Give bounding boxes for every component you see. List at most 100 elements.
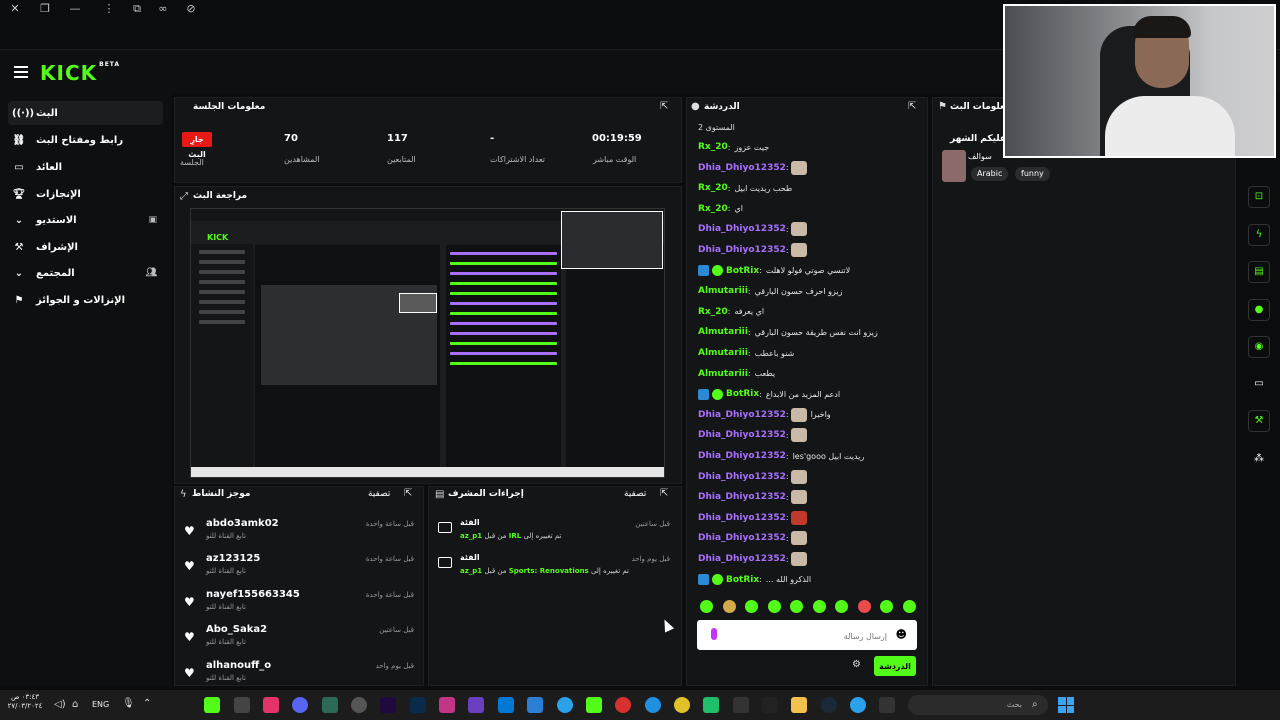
onedrive-icon[interactable] [557, 697, 573, 713]
store-icon[interactable] [527, 697, 543, 713]
mic-icon[interactable]: 🎙︎ [122, 698, 135, 709]
app-icon-red[interactable] [615, 697, 631, 713]
stream-preview-video[interactable]: KICK [190, 208, 665, 478]
minimize-icon[interactable]: — [68, 2, 82, 16]
emote-button[interactable] [767, 600, 781, 613]
gear-icon[interactable]: ⚙ [852, 659, 861, 670]
chat-username[interactable]: Almutariii [698, 327, 748, 337]
hamburger-menu-icon[interactable] [14, 66, 28, 78]
chat-username[interactable]: Rx_20 [698, 142, 728, 152]
more-options-icon[interactable]: ⋮ [102, 2, 116, 16]
app-icon-window[interactable] [879, 697, 895, 713]
chat-username[interactable]: Dhia_Dhiyo12352 [698, 472, 786, 482]
chevron-up-icon[interactable]: ⌃ [143, 698, 151, 709]
taskbar-search[interactable]: بحث [908, 695, 1048, 715]
mod-user[interactable]: az_p1 [460, 532, 482, 540]
chat-username[interactable]: BotRix [726, 389, 759, 399]
emote-button[interactable] [722, 600, 736, 613]
mod-user[interactable]: az_p1 [460, 567, 482, 575]
close-icon[interactable]: ✕ [8, 2, 22, 16]
sidebar-item-moderation[interactable]: ⚒ الإشراف [8, 235, 163, 259]
premiere-icon[interactable] [380, 697, 396, 713]
sidebar-item-broadcast[interactable]: ((·)) البث [8, 101, 163, 125]
chat-username[interactable]: Dhia_Dhiyo12352 [698, 533, 786, 543]
feed-username[interactable]: nayef155663345 [206, 589, 300, 600]
edge-icon[interactable] [645, 697, 661, 713]
chat-username[interactable]: BotRix [726, 266, 759, 276]
emote-button[interactable] [880, 600, 894, 613]
kick-icon[interactable] [586, 697, 602, 713]
feed-username[interactable]: Abo_Saka2 [206, 624, 267, 635]
chat-username[interactable]: Dhia_Dhiyo12352 [698, 245, 786, 255]
sidebar-item-stream-key[interactable]: ⛓ رابط ومفتاح البث [8, 128, 163, 152]
broadcast-icon[interactable]: ◉ [1248, 336, 1270, 358]
folder-icon[interactable] [791, 697, 807, 713]
chat-username[interactable]: Rx_20 [698, 204, 728, 214]
app-icon-itunes[interactable] [351, 697, 367, 713]
kick-logo[interactable]: KICK BETA [40, 61, 120, 85]
network-icon[interactable]: ⌂ [72, 699, 78, 710]
restore-icon[interactable]: ❐ [38, 2, 52, 16]
chat-username[interactable]: BotRix [726, 575, 759, 585]
sidebar-item-drops[interactable]: ⚑ الإنزالات و الجوائز [8, 288, 163, 312]
chat-username[interactable]: Almutariii [698, 369, 748, 379]
feed-username[interactable]: alhanouff_o [206, 660, 271, 671]
feed-username[interactable]: abdo3amk02 [206, 518, 279, 529]
taskbar-clock[interactable]: ٠٣:٤٣ ص ٢٧/٠٣/٢٠٢٤ [6, 693, 44, 711]
chat-username[interactable]: Dhia_Dhiyo12352 [698, 492, 786, 502]
tag-pill[interactable]: Arabic [971, 167, 1009, 181]
screen-icon[interactable]: ▭ [1248, 373, 1270, 395]
chat-username[interactable]: Dhia_Dhiyo12352 [698, 554, 786, 564]
steam-icon[interactable] [821, 697, 837, 713]
app-icon-capcut[interactable] [322, 697, 338, 713]
emote-button[interactable] [700, 600, 713, 613]
app-icon-music[interactable] [263, 697, 279, 713]
sidebar-item-studio[interactable]: ⌄ الاستديو ▣ [8, 208, 163, 232]
chat-username[interactable]: Rx_20 [698, 183, 728, 193]
instagram-icon[interactable] [439, 697, 455, 713]
popout-icon[interactable]: ⇱ [908, 101, 916, 112]
emote-button[interactable] [857, 600, 871, 613]
mod-filter-button[interactable]: تصفية [624, 489, 646, 499]
app-icon-visual-studio[interactable] [468, 697, 484, 713]
bolt-icon[interactable]: ϟ [1248, 224, 1270, 246]
chat-input-box[interactable]: ☻ [697, 620, 917, 650]
document-icon[interactable]: ▤ [1248, 261, 1270, 283]
emote-button[interactable] [902, 600, 916, 613]
popout-icon[interactable]: ⇱ [404, 488, 412, 499]
chat-username[interactable]: Rx_20 [698, 307, 728, 317]
mic-icon[interactable] [711, 628, 717, 640]
share-icon[interactable]: ∞ [156, 2, 170, 16]
tag-pill[interactable]: funny [1015, 167, 1050, 181]
emote-button[interactable] [790, 600, 804, 613]
gear-icon[interactable] [234, 697, 250, 713]
windows-start-icon[interactable] [1058, 697, 1074, 713]
chat-input[interactable] [721, 626, 887, 646]
language-indicator[interactable]: ENG [92, 700, 109, 709]
photoshop-icon[interactable] [410, 697, 426, 713]
emote-button[interactable] [745, 600, 759, 613]
app-icon-kick-studio[interactable] [204, 697, 220, 713]
outlook-icon[interactable] [498, 697, 514, 713]
chat-username[interactable]: Dhia_Dhiyo12352 [698, 451, 786, 461]
app-icon-blue[interactable] [850, 697, 866, 713]
app-icon-camera[interactable] [733, 697, 749, 713]
popout-icon[interactable]: ⇱ [660, 101, 668, 112]
discord-icon[interactable] [292, 697, 308, 713]
wrench-icon[interactable]: ⚒ [1248, 410, 1270, 432]
chat-icon[interactable]: ● [1248, 299, 1270, 321]
expand-icon[interactable]: ⤢ [180, 191, 188, 202]
emote-button[interactable] [835, 600, 849, 613]
emote-button[interactable] [812, 600, 826, 613]
chat-username[interactable]: Dhia_Dhiyo12352 [698, 224, 786, 234]
camera-icon[interactable]: ⊡ [1248, 186, 1270, 208]
app-icon-green[interactable] [703, 697, 719, 713]
users-icon[interactable]: ⁂ [1248, 448, 1270, 470]
sidebar-item-community[interactable]: ⌄ المجتمع 👥︎ [8, 261, 163, 285]
feed-username[interactable]: az123125 [206, 553, 260, 564]
chat-username[interactable]: Almutariii [698, 286, 748, 296]
chat-username[interactable]: Dhia_Dhiyo12352 [698, 163, 786, 173]
chrome-icon[interactable] [674, 697, 690, 713]
popout-icon[interactable]: ⇱ [660, 488, 668, 499]
chat-username[interactable]: Dhia_Dhiyo12352 [698, 513, 786, 523]
